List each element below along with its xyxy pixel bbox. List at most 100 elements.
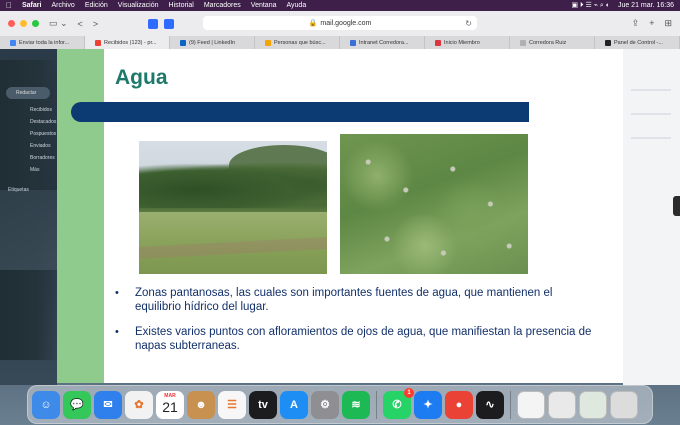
menu-visualizacion[interactable]: Visualización (118, 2, 159, 9)
gmail-item-etiquetas[interactable]: Etiquetas (8, 187, 29, 193)
app-menu[interactable]: Safari (22, 2, 41, 9)
browser-tab[interactable]: Corredora Ruiz (510, 36, 595, 49)
gmail-item-enviados[interactable]: Enviados (30, 143, 51, 149)
browser-toolbar: ▭ ⌄ < > 🔒 mail.google.com ↻ ⇪ + ⊞ (0, 11, 680, 36)
forward-icon[interactable]: > (93, 19, 98, 29)
lock-icon: 🔒 (308, 20, 318, 27)
menu-ayuda[interactable]: Ayuda (286, 2, 306, 9)
system-settings-icon[interactable]: ⚙ (311, 390, 339, 419)
voice-memos-icon[interactable]: ∿ (476, 390, 504, 419)
dock-glyph: 💬 (70, 399, 84, 411)
dock-glyph: ☰ (227, 399, 237, 411)
bullet-item: • Existes varios puntos con afloramiento… (115, 326, 595, 353)
menu-marcadores[interactable]: Marcadores (204, 2, 241, 9)
browser-tab[interactable]: Inicio Miembro (425, 36, 510, 49)
tab-bar: Enviar toda la infor... Recibidos (123) -… (0, 36, 680, 49)
tab-favicon-icon (180, 39, 186, 46)
close-window-button[interactable] (8, 20, 15, 27)
tab-label: Intranet Corredora... (359, 39, 409, 46)
photos-icon[interactable]: ✿ (125, 390, 153, 419)
spotify-icon[interactable]: ≋ (342, 390, 370, 419)
tab-overview-icon[interactable]: ⊞ (664, 18, 672, 29)
menu-ventana[interactable]: Ventana (251, 2, 277, 9)
tv-icon[interactable]: tv (249, 390, 277, 419)
apple-menu-icon[interactable]:  (6, 1, 12, 10)
dock-glyph: ✆ (392, 399, 402, 411)
dock-glyph: A (290, 398, 298, 411)
privacy-extension-icon[interactable] (164, 18, 175, 29)
browser-tab[interactable]: Panel de Control -... (595, 36, 680, 49)
tab-favicon-icon (10, 39, 16, 46)
menu-historial[interactable]: Historial (169, 2, 194, 9)
browser-tab[interactable]: Recibidos (123) - pr... (85, 36, 170, 49)
tab-label: Enviar toda la infor... (19, 39, 70, 46)
back-icon[interactable]: < (78, 19, 83, 29)
gmail-item-borradores[interactable]: Borradores (30, 155, 55, 161)
dock-glyph: ⚙ (320, 399, 330, 411)
gmail-right-panel (623, 49, 680, 385)
dock-glyph: ∿ (485, 399, 495, 411)
bullet-dot: • (115, 326, 119, 338)
reminders-icon[interactable]: ☰ (218, 390, 246, 419)
dock-glyph: tv (258, 398, 268, 411)
gmail-sidebar: Redactar Recibidos Destacados Pospuestos… (0, 49, 57, 385)
tab-favicon-icon (350, 39, 356, 46)
app-store-icon[interactable]: A (280, 390, 308, 419)
browser-tab[interactable]: Personas que búsc... (255, 36, 340, 49)
menu-archivo[interactable]: Archivo (51, 2, 74, 9)
finder-icon[interactable]: ☺ (32, 390, 60, 419)
mail-icon[interactable]: ✉ (94, 390, 122, 419)
document-thumbnail-icon[interactable] (517, 390, 545, 419)
tab-favicon-icon (605, 39, 611, 46)
reload-icon[interactable]: ↻ (465, 19, 472, 28)
messages-icon[interactable]: 💬 (63, 390, 91, 419)
browser-tab[interactable]: (9) Feed | LinkedIn (170, 36, 255, 49)
tab-label: (9) Feed | LinkedIn (189, 39, 236, 46)
new-tab-icon[interactable]: + (649, 18, 654, 29)
trash-icon[interactable] (610, 390, 638, 419)
minimize-window-button[interactable] (20, 20, 27, 27)
zoom-window-button[interactable] (32, 20, 39, 27)
bullet-dot: • (115, 287, 119, 299)
contacts-icon[interactable]: ☻ (187, 390, 215, 419)
sidebar-toggle-icon[interactable]: ▭ ⌄ (49, 18, 68, 29)
whatsapp-thumbnail-icon[interactable] (579, 390, 607, 419)
extension-icon[interactable] (148, 18, 159, 29)
dock-glyph: ☺ (40, 398, 52, 411)
tab-label: Personas que búsc... (274, 39, 326, 46)
menu-edicion[interactable]: Edición (85, 2, 108, 9)
share-icon[interactable]: ⇪ (632, 18, 640, 29)
dock-separator (510, 390, 511, 419)
title-underline-bar (71, 102, 529, 122)
gmail-item-pospuestos[interactable]: Pospuestos (30, 131, 56, 137)
screenshot-thumbnail-icon[interactable] (548, 390, 576, 419)
notification-badge: 1 (404, 387, 414, 398)
slide-side-bar (57, 49, 104, 383)
dock-separator (376, 390, 377, 419)
tab-label: Inicio Miembro (444, 39, 480, 46)
dock-glyph: ✿ (134, 399, 144, 411)
gmail-item-mas[interactable]: Más (30, 167, 39, 173)
status-icons[interactable]: ▣ ⏵ ☰ ⌁ ⌕ ◐ (571, 1, 609, 10)
scroll-handle[interactable] (673, 196, 680, 216)
gmail-item-destacados[interactable]: Destacados (30, 119, 56, 125)
dock-glyph: ☻ (195, 398, 207, 411)
calendar-icon[interactable]: MAR 21 (156, 390, 184, 419)
compose-button[interactable]: Redactar (6, 87, 50, 99)
address-bar[interactable]: 🔒 mail.google.com ↻ (203, 16, 477, 30)
chrome-icon[interactable]: ● (445, 390, 473, 419)
browser-tab[interactable]: Enviar toda la infor... (0, 36, 85, 49)
menubar-datetime[interactable]: Jue 21 mar. 16:36 (618, 2, 674, 9)
slide-title: Agua (115, 66, 168, 89)
whatsapp-icon[interactable]: ✆ 1 (383, 387, 414, 419)
landscape-photo (139, 141, 327, 274)
presentation-slide: Agua • Zonas pantanosas, las cuales son … (57, 49, 623, 383)
dock-glyph: ≋ (351, 399, 361, 411)
calendar-day: 21 (162, 398, 178, 415)
tab-favicon-icon (435, 39, 441, 46)
safari-icon[interactable]: ✦ (414, 390, 442, 419)
gmail-item-recibidos[interactable]: Recibidos (30, 107, 52, 113)
browser-tab[interactable]: Intranet Corredora... (340, 36, 425, 49)
tab-label: Panel de Control -... (614, 39, 663, 46)
menu-bar:  Safari Archivo Edición Visualización H… (0, 0, 680, 11)
